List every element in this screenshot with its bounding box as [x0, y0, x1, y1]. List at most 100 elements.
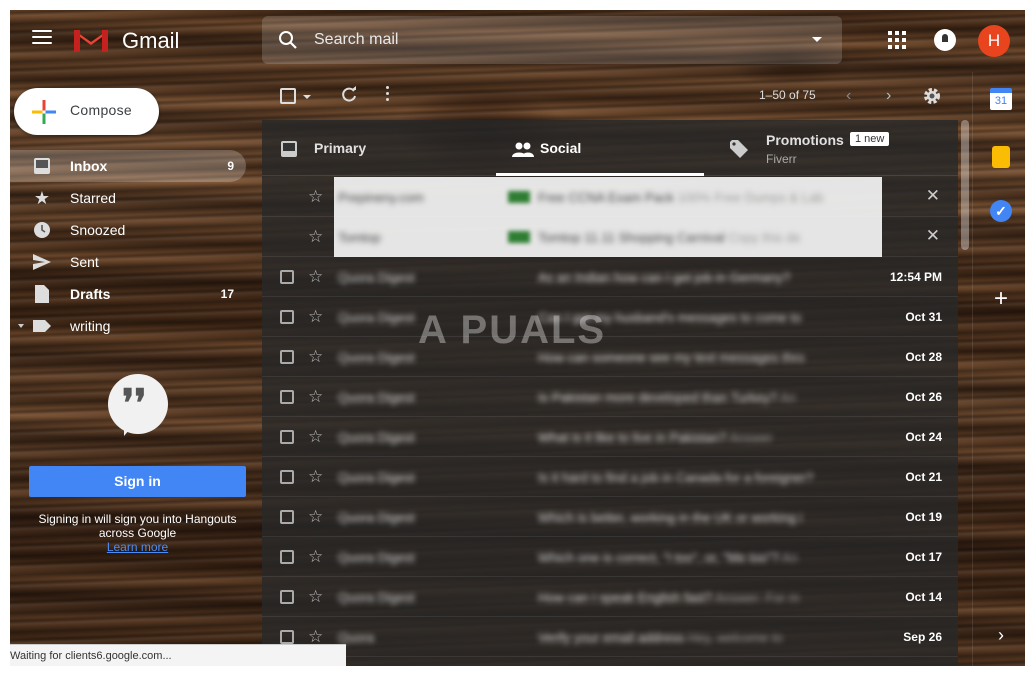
sidebar-item-starred[interactable]: ★ Starred	[10, 182, 246, 214]
email-row[interactable]: ☆ Prepineny.com Free CCNA Exam Pack 100% F…	[262, 177, 958, 217]
search-input[interactable]	[314, 28, 794, 52]
learn-more-link[interactable]: Learn more	[29, 540, 246, 554]
email-row[interactable]: ☆ Quora Digest How can I speak English fas…	[262, 577, 958, 617]
refresh-icon[interactable]	[340, 86, 358, 104]
compose-button[interactable]: Compose	[14, 88, 159, 135]
search-box[interactable]	[262, 16, 842, 64]
sidebar-item-inbox[interactable]: Inbox 9	[10, 150, 246, 182]
hangouts-description: Signing in will sign you into Hangouts a…	[38, 512, 237, 540]
email-sender: Quora Digest	[338, 390, 415, 405]
star-icon[interactable]: ☆	[308, 467, 323, 487]
tab-social[interactable]: Social	[496, 120, 704, 176]
label-icon	[32, 316, 52, 336]
send-icon	[32, 252, 52, 272]
hangouts-signin-button[interactable]: Sign in	[29, 466, 246, 497]
email-snippet: Copy this de	[728, 230, 801, 245]
inbox-icon	[32, 156, 52, 176]
main-menu-button[interactable]	[32, 30, 52, 46]
email-date: Oct 26	[905, 390, 942, 404]
sidebar-item-writing[interactable]: writing	[10, 310, 246, 342]
email-date: Oct 14	[905, 590, 942, 604]
email-row[interactable]: ☆ Quora Digest Is it hard to find a job in…	[262, 457, 958, 497]
star-icon[interactable]: ☆	[308, 587, 323, 607]
calendar-icon[interactable]: 31	[990, 88, 1012, 110]
email-row[interactable]: ☆ Quora Verify your email address Hey, wel…	[262, 617, 958, 657]
row-checkbox[interactable]	[280, 270, 294, 284]
search-options-icon[interactable]	[812, 37, 822, 42]
search-icon[interactable]	[278, 30, 298, 50]
sidebar-item-drafts[interactable]: Drafts 17	[10, 278, 246, 310]
expand-panel-icon[interactable]: ›	[990, 624, 1012, 646]
email-sender: Quora Digest	[338, 470, 415, 485]
row-checkbox[interactable]	[280, 630, 294, 644]
drafts-count: 17	[220, 287, 234, 301]
star-icon[interactable]: ☆	[308, 547, 323, 567]
gmail-logo[interactable]	[72, 26, 110, 54]
email-date: Oct 17	[905, 550, 942, 564]
clock-icon	[32, 220, 52, 240]
email-row[interactable]: ☆ Tomtop Tomtop 11.11 Shopping Carnival Co…	[262, 217, 958, 257]
tasks-icon[interactable]: ✓	[990, 200, 1012, 222]
close-icon[interactable]: ✕	[926, 186, 940, 206]
email-row[interactable]: ☆ Quora Digest As an Indian how can I get …	[262, 257, 958, 297]
star-icon[interactable]: ☆	[308, 427, 323, 447]
email-date: Oct 31	[905, 310, 942, 324]
star-icon[interactable]: ☆	[308, 227, 323, 247]
star-icon[interactable]: ☆	[308, 267, 323, 287]
email-row[interactable]: ☆ Quora Digest What is it like to live in …	[262, 417, 958, 457]
email-date: Oct 28	[905, 350, 942, 364]
draft-icon	[32, 284, 52, 304]
more-options-icon[interactable]	[386, 86, 389, 104]
next-page-icon[interactable]: ›	[886, 87, 891, 105]
prev-page-icon[interactable]: ‹	[846, 87, 851, 105]
star-icon[interactable]: ☆	[308, 307, 323, 327]
email-row[interactable]: ☆ Quora Digest How can someone see my text…	[262, 337, 958, 377]
row-checkbox[interactable]	[280, 510, 294, 524]
brand-name: Gmail	[122, 28, 180, 53]
side-panel-divider	[972, 72, 973, 666]
email-snippet: An	[780, 390, 797, 405]
row-checkbox[interactable]	[280, 310, 294, 324]
email-snippet: An	[781, 550, 798, 565]
pagination-text: 1–50 of 75	[759, 88, 816, 102]
star-icon[interactable]: ☆	[308, 347, 323, 367]
avatar[interactable]: H	[978, 25, 1010, 57]
row-checkbox[interactable]	[280, 430, 294, 444]
select-all-checkbox[interactable]	[280, 88, 296, 104]
scrollbar[interactable]	[961, 120, 969, 250]
apps-grid-icon[interactable]	[888, 31, 906, 49]
row-checkbox[interactable]	[280, 550, 294, 564]
email-row[interactable]: ☆ Quora Digest Which one is correct, "I to…	[262, 537, 958, 577]
tab-primary[interactable]: Primary	[262, 120, 496, 176]
row-checkbox[interactable]	[280, 350, 294, 364]
keep-icon[interactable]	[992, 146, 1010, 168]
select-options-icon[interactable]	[303, 95, 311, 99]
star-icon[interactable]: ☆	[308, 187, 323, 207]
tab-social-label: Social	[540, 140, 582, 156]
label-chip	[508, 191, 530, 203]
row-checkbox[interactable]	[280, 590, 294, 604]
star-icon[interactable]: ☆	[308, 507, 323, 527]
gear-icon[interactable]	[922, 86, 942, 106]
add-addon-icon[interactable]: +	[990, 287, 1012, 311]
close-icon[interactable]: ✕	[926, 226, 940, 246]
email-row[interactable]: ☆ Quora Digest Which is better, working in…	[262, 497, 958, 537]
tab-promotions[interactable]: Promotions 1 new Fiverr	[704, 120, 958, 176]
sidebar-nav: Inbox 9 ★ Starred Snoozed Sent Drafts 17…	[10, 150, 246, 342]
row-checkbox[interactable]	[280, 390, 294, 404]
gmail-window: Gmail H Compose Inbox 9 ★ Starred	[10, 10, 1025, 666]
row-checkbox[interactable]	[280, 470, 294, 484]
email-sender: Quora Digest	[338, 310, 415, 325]
sidebar-item-snoozed[interactable]: Snoozed	[10, 214, 246, 246]
email-date: 12:54 PM	[889, 270, 942, 284]
star-icon: ★	[33, 187, 51, 208]
email-date: Oct 24	[905, 430, 942, 444]
notifications-icon[interactable]	[934, 29, 956, 51]
sidebar-item-sent[interactable]: Sent	[10, 246, 246, 278]
browser-status-bar: Waiting for clients6.google.com...	[10, 644, 346, 666]
email-date: Oct 21	[905, 470, 942, 484]
email-row[interactable]: ☆ Quora Digest Can I get my husband's mess…	[262, 297, 958, 337]
star-icon[interactable]: ☆	[308, 387, 323, 407]
expand-caret-icon[interactable]	[18, 324, 24, 328]
email-row[interactable]: ☆ Quora Digest Is Pakistan more developed …	[262, 377, 958, 417]
